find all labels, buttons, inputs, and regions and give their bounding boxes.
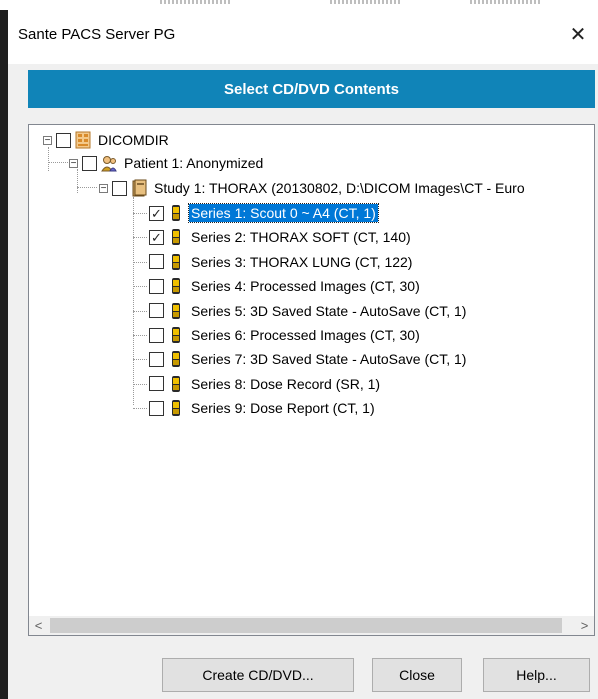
series-checkbox[interactable] xyxy=(149,400,164,416)
series-checkbox[interactable] xyxy=(149,376,164,392)
tree-connector xyxy=(133,408,147,410)
series-icon xyxy=(168,326,184,344)
patient-icon xyxy=(101,154,117,172)
dicomdir-checkbox[interactable] xyxy=(56,132,71,148)
contents-tree[interactable]: − DICOMDIR − Patient 1: Anonymized − Stu… xyxy=(28,124,595,636)
scroll-right-icon[interactable]: > xyxy=(575,616,594,635)
tree-connector xyxy=(133,335,147,336)
close-button[interactable]: Close xyxy=(372,658,462,692)
close-icon[interactable]: ✕ xyxy=(562,19,594,51)
dicomdir-icon xyxy=(75,131,91,149)
tree-connector xyxy=(133,359,147,361)
study-checkbox[interactable] xyxy=(112,180,127,196)
series-label: Series 4: Processed Images (CT, 30) xyxy=(191,278,420,295)
tree-connector xyxy=(77,187,97,188)
dicomdir-label: DICOMDIR xyxy=(98,132,169,148)
series-label: Series 3: THORAX LUNG (CT, 122) xyxy=(191,253,413,270)
collapse-icon[interactable]: − xyxy=(43,135,52,145)
background-window-edge xyxy=(0,10,8,699)
series-label: Series 5: 3D Saved State - AutoSave (CT,… xyxy=(191,302,467,319)
tree-connector xyxy=(133,286,147,288)
tree-connector xyxy=(133,261,147,263)
series-label: Series 7: 3D Saved State - AutoSave (CT,… xyxy=(191,351,467,368)
tree-connector xyxy=(133,197,134,405)
series-checkbox[interactable] xyxy=(149,303,164,319)
study-icon xyxy=(131,179,147,197)
help-button[interactable]: Help... xyxy=(483,658,590,692)
tree-connector xyxy=(133,237,147,239)
series-checkbox[interactable]: ✓ xyxy=(149,205,164,221)
window-title: Sante PACS Server PG xyxy=(18,26,176,43)
series-checkbox[interactable] xyxy=(149,327,164,343)
tree-node-series[interactable]: Series 9: Dose Report (CT, 1) xyxy=(149,397,377,419)
series-icon xyxy=(168,350,184,368)
collapse-icon[interactable]: − xyxy=(99,183,108,193)
tree-connector xyxy=(133,310,147,312)
tree-node-study[interactable]: − Study 1: THORAX (20130802, D:\DICOM Im… xyxy=(99,177,527,199)
tree-node-series[interactable]: Series 6: Processed Images (CT, 30) xyxy=(149,324,422,346)
tree-node-series[interactable]: Series 7: 3D Saved State - AutoSave (CT,… xyxy=(149,348,468,370)
scrollbar-thumb[interactable] xyxy=(50,618,562,633)
study-label: Study 1: THORAX (20130802, D:\DICOM Imag… xyxy=(154,180,525,196)
series-icon xyxy=(168,399,184,417)
series-icon xyxy=(168,204,184,222)
series-icon xyxy=(168,302,184,320)
tree-node-series[interactable]: Series 8: Dose Record (SR, 1) xyxy=(149,373,382,395)
scroll-left-icon[interactable]: < xyxy=(29,616,48,635)
series-icon xyxy=(168,277,184,295)
series-label: Series 6: Processed Images (CT, 30) xyxy=(191,327,420,343)
tree-node-series[interactable]: Series 4: Processed Images (CT, 30) xyxy=(149,275,422,297)
patient-checkbox[interactable] xyxy=(82,155,97,171)
tree-connector xyxy=(133,383,147,385)
select-contents-banner: Select CD/DVD Contents xyxy=(28,70,595,108)
tree-node-series[interactable]: Series 3: THORAX LUNG (CT, 122) xyxy=(149,251,414,273)
background-window-strip xyxy=(0,0,598,10)
series-label: Series 8: Dose Record (SR, 1) xyxy=(191,375,381,392)
horizontal-scrollbar[interactable]: < > xyxy=(29,616,594,635)
patient-label: Patient 1: Anonymized xyxy=(124,155,264,171)
collapse-icon[interactable]: − xyxy=(69,158,78,168)
series-icon xyxy=(168,375,184,393)
tree-connector xyxy=(48,162,68,163)
series-icon xyxy=(168,228,184,246)
series-checkbox[interactable] xyxy=(149,351,164,367)
series-checkbox[interactable] xyxy=(149,254,164,270)
title-bar: Sante PACS Server PG ✕ xyxy=(8,10,598,64)
series-checkbox[interactable] xyxy=(149,278,164,294)
tree-node-dicomdir[interactable]: − DICOMDIR xyxy=(43,129,171,151)
tree-node-patient[interactable]: − Patient 1: Anonymized xyxy=(69,152,265,174)
create-cd-dvd-button[interactable]: Create CD/DVD... xyxy=(162,658,354,692)
series-label: Series 2: THORAX SOFT (CT, 140) xyxy=(191,229,411,246)
tree-node-series[interactable]: ✓ Series 1: Scout 0 ~ A4 (CT, 1) xyxy=(149,202,379,224)
series-label: Series 9: Dose Report (CT, 1) xyxy=(191,400,375,417)
tree-connector xyxy=(133,213,147,214)
tree-node-series[interactable]: ✓ Series 2: THORAX SOFT (CT, 140) xyxy=(149,226,413,248)
series-label: Series 1: Scout 0 ~ A4 (CT, 1) xyxy=(188,203,379,223)
series-icon xyxy=(168,253,184,271)
series-checkbox[interactable]: ✓ xyxy=(149,229,164,245)
tree-node-series[interactable]: Series 5: 3D Saved State - AutoSave (CT,… xyxy=(149,300,468,322)
